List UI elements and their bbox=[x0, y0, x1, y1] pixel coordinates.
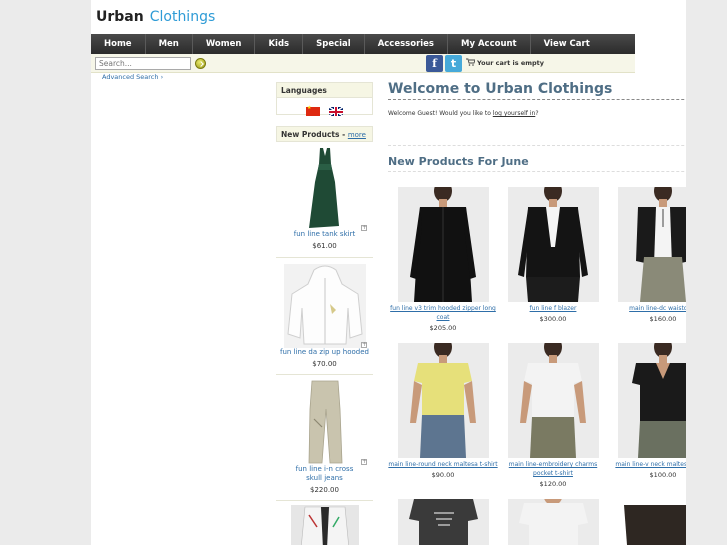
facebook-icon[interactable]: f bbox=[426, 55, 443, 72]
sidebar-product-price: $61.00 bbox=[312, 242, 337, 250]
expand-icon[interactable]: + bbox=[361, 342, 367, 348]
product-image[interactable] bbox=[507, 499, 599, 545]
nav-women[interactable]: Women bbox=[193, 34, 256, 54]
product-card: main line-round neck maltesa t-shirt $90… bbox=[388, 343, 498, 479]
sidebar-new-products-header-box: New Products - more bbox=[276, 126, 373, 142]
product-image[interactable] bbox=[397, 187, 489, 302]
welcome-message: Welcome Guest! Would you like to log you… bbox=[388, 110, 539, 117]
sidebar-product: + fun line tank skirt $61.00 bbox=[276, 142, 373, 258]
logo-part-clothings: Clothings bbox=[149, 9, 216, 25]
advanced-search-link[interactable]: Advanced Search › bbox=[102, 73, 163, 81]
logo-part-urban: Urban bbox=[96, 9, 144, 25]
product-image[interactable] bbox=[617, 187, 686, 302]
product-name[interactable]: main line-embroidery charms pocket t-shi… bbox=[498, 460, 608, 478]
twitter-icon[interactable]: t bbox=[445, 55, 462, 72]
sidebar-new-products-label: New Products - bbox=[281, 130, 346, 139]
sidebar-product-image[interactable] bbox=[299, 379, 350, 465]
product-card: fun line v3 trim hooded zipper long coat… bbox=[388, 187, 498, 332]
product-image[interactable] bbox=[397, 499, 489, 545]
page-container: Urban Clothings Home Men Women Kids Speci… bbox=[91, 0, 686, 545]
sidebar-product bbox=[276, 503, 373, 545]
search-input[interactable] bbox=[95, 57, 191, 70]
languages-box: Languages bbox=[276, 82, 373, 116]
nav-men[interactable]: Men bbox=[146, 34, 193, 54]
search-go-button[interactable] bbox=[195, 58, 206, 69]
sidebar-product-image[interactable] bbox=[290, 505, 359, 545]
site-logo[interactable]: Urban Clothings bbox=[96, 9, 215, 25]
english-flag-icon[interactable] bbox=[329, 107, 344, 116]
product-price: $100.00 bbox=[649, 471, 677, 479]
product-image[interactable] bbox=[507, 343, 599, 458]
product-card bbox=[388, 499, 498, 545]
product-card: main line-dc waistcoat $160.00 bbox=[608, 187, 686, 323]
sidebar-product: + fun line i-n cross skull jeans $220.00 bbox=[276, 377, 373, 501]
new-products-title: New Products For June bbox=[388, 155, 529, 168]
product-name[interactable]: fun line v3 trim hooded zipper long coat bbox=[388, 304, 498, 322]
cart-status[interactable]: Your cart is empty bbox=[477, 59, 544, 67]
product-price: $300.00 bbox=[539, 315, 567, 323]
nav-home[interactable]: Home bbox=[91, 34, 146, 54]
sidebar-product-name[interactable]: fun line da zip up hooded bbox=[276, 348, 373, 357]
product-name[interactable]: fun line f blazer bbox=[498, 304, 608, 313]
product-card bbox=[608, 499, 686, 545]
chinese-flag-icon[interactable] bbox=[305, 105, 320, 116]
section-divider bbox=[388, 145, 686, 146]
product-image[interactable] bbox=[617, 343, 686, 458]
nav-my-account[interactable]: My Account bbox=[448, 34, 531, 54]
language-flags bbox=[277, 98, 372, 120]
expand-icon[interactable]: + bbox=[361, 459, 367, 465]
product-image[interactable] bbox=[397, 343, 489, 458]
product-price: $90.00 bbox=[431, 471, 455, 479]
product-price: $120.00 bbox=[539, 480, 567, 488]
product-card: fun line f blazer $300.00 bbox=[498, 187, 608, 323]
product-price: $205.00 bbox=[429, 324, 457, 332]
sidebar-more-link[interactable]: more bbox=[348, 131, 366, 139]
nav-accessories[interactable]: Accessories bbox=[365, 34, 448, 54]
product-card: main line-v neck maltesa t-shirt $100.00 bbox=[608, 343, 686, 479]
product-name[interactable]: main line-round neck maltesa t-shirt bbox=[388, 460, 498, 469]
sidebar-product-image[interactable] bbox=[294, 142, 355, 230]
product-card: main line-embroidery charms pocket t-shi… bbox=[498, 343, 608, 488]
welcome-text-end: ? bbox=[535, 110, 539, 117]
sidebar-product-name[interactable]: fun line i-n cross skull jeans bbox=[276, 465, 373, 483]
sidebar-product-price: $70.00 bbox=[312, 360, 337, 368]
product-name[interactable]: main line-v neck maltesa t-shirt bbox=[608, 460, 686, 469]
languages-title: Languages bbox=[277, 83, 372, 98]
product-card bbox=[498, 499, 608, 545]
section-divider bbox=[388, 171, 686, 172]
nav-kids[interactable]: Kids bbox=[255, 34, 304, 54]
cart-icon bbox=[466, 58, 476, 68]
product-name[interactable]: main line-dc waistcoat bbox=[608, 304, 686, 313]
product-image[interactable] bbox=[617, 499, 686, 545]
search-bar bbox=[91, 54, 635, 73]
sidebar-product-image[interactable] bbox=[283, 264, 366, 348]
sidebar-product: + fun line da zip up hooded $70.00 bbox=[276, 260, 373, 375]
login-link[interactable]: log yourself in bbox=[493, 110, 536, 117]
title-divider bbox=[388, 99, 686, 100]
sidebar-product-price: $220.00 bbox=[310, 486, 339, 494]
sidebar-product-name[interactable]: fun line tank skirt bbox=[276, 230, 373, 239]
page-title: Welcome to Urban Clothings bbox=[388, 81, 613, 97]
welcome-text: Welcome Guest! Would you like to bbox=[388, 110, 493, 117]
expand-icon[interactable]: + bbox=[361, 225, 367, 231]
main-nav: Home Men Women Kids Special Accessories … bbox=[91, 34, 635, 54]
nav-special[interactable]: Special bbox=[303, 34, 365, 54]
sidebar-new-products-title: New Products - more bbox=[277, 127, 372, 142]
product-image[interactable] bbox=[507, 187, 599, 302]
product-price: $160.00 bbox=[649, 315, 677, 323]
nav-view-cart[interactable]: View Cart bbox=[531, 34, 603, 54]
